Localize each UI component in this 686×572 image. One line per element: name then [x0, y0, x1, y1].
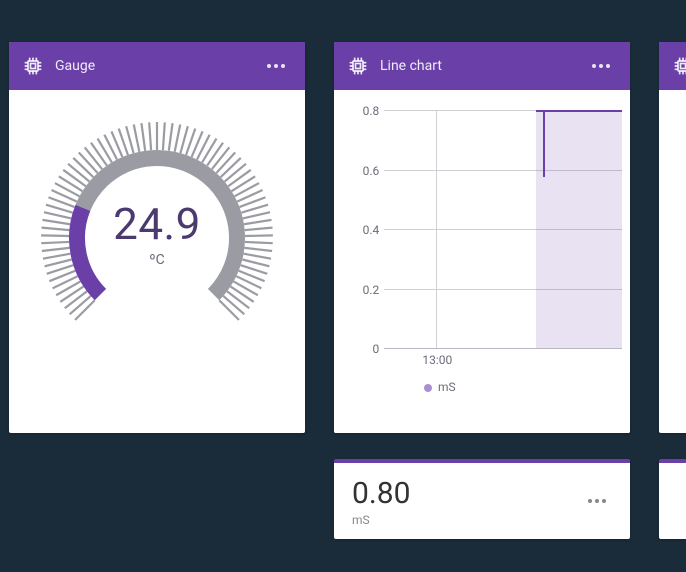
line-chart-card: Line chart 0.8 0.6 0.4 0.2 0 13:00 mS — [334, 42, 630, 433]
value-menu-button[interactable] — [582, 493, 612, 509]
ytick: 0.4 — [363, 223, 380, 237]
gauge-menu-button[interactable] — [261, 58, 291, 74]
ytick: 0.8 — [363, 104, 380, 118]
gauge-unit: ºC — [27, 252, 287, 268]
line-chart-menu-button[interactable] — [586, 58, 616, 74]
value-card: 0.80 mS — [334, 459, 630, 539]
line-chart-spike — [543, 110, 545, 177]
legend-label: mS — [438, 380, 456, 394]
line-chart-plot: 0.8 0.6 0.4 0.2 0 13:00 — [384, 110, 622, 348]
partial-card — [659, 42, 686, 433]
gauge-card-header: Gauge — [9, 42, 305, 90]
gauge-card: Gauge — [9, 42, 305, 433]
partial-value-card — [659, 459, 686, 539]
line-card-header: Line chart — [334, 42, 630, 90]
gauge-title: Gauge — [55, 58, 95, 74]
line-chart-title: Line chart — [380, 58, 442, 74]
cpu-icon — [348, 56, 368, 76]
line-chart-fill — [536, 110, 622, 348]
xtick: 13:00 — [422, 353, 452, 367]
cpu-icon — [23, 56, 43, 76]
gauge-widget: 24.9 ºC — [27, 98, 287, 358]
gauge-body: 24.9 ºC — [9, 98, 305, 433]
line-chart-body: 0.8 0.6 0.4 0.2 0 13:00 mS — [334, 110, 630, 433]
cpu-icon — [673, 56, 686, 76]
partial-card-header — [659, 42, 686, 90]
legend-dot-icon — [424, 384, 432, 392]
line-chart-legend: mS — [424, 380, 630, 394]
ytick: 0.2 — [363, 283, 380, 297]
ytick: 0 — [373, 342, 380, 356]
value-unit: mS — [352, 513, 411, 527]
ytick: 0.6 — [363, 164, 380, 178]
gauge-value: 24.9 — [27, 198, 287, 250]
value-reading: 0.80 — [352, 476, 411, 511]
